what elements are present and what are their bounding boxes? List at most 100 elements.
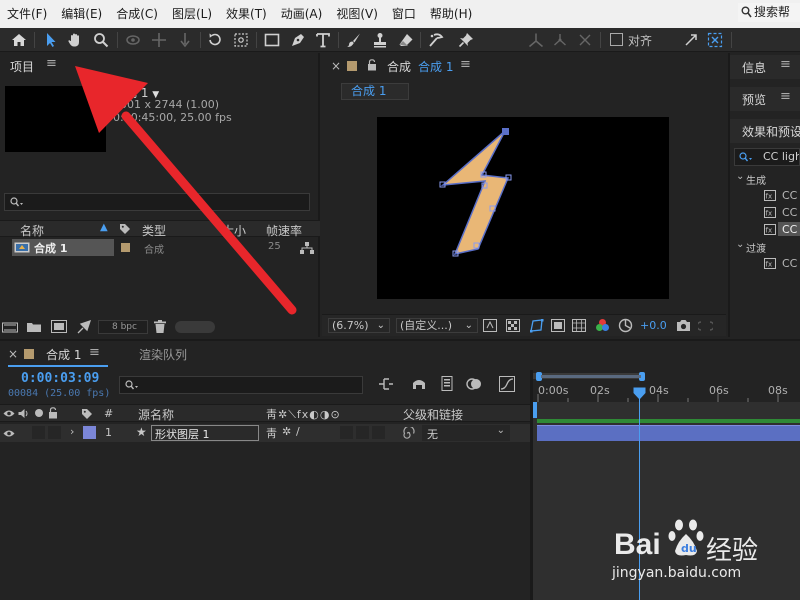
info-panel-tab[interactable]: 信息 ≡ — [730, 55, 800, 79]
snapping-checkbox[interactable] — [610, 33, 623, 46]
home-icon[interactable] — [8, 28, 30, 52]
transparency-grid-icon[interactable] — [506, 319, 520, 332]
trash-icon[interactable] — [154, 320, 166, 333]
project-panel-menu-icon[interactable]: ≡ — [46, 56, 57, 71]
bit-depth-button[interactable]: 8 bpc — [98, 320, 148, 334]
preview-panel-tab[interactable]: 预览 ≡ — [730, 87, 800, 111]
mask-visibility-icon[interactable] — [529, 318, 544, 333]
menu-item-4[interactable]: 效果(T) — [219, 0, 274, 28]
work-area-bar[interactable] — [541, 375, 641, 378]
effects-panel-tab[interactable]: 效果和预设 — [730, 119, 800, 143]
puppet-pin-tool-icon[interactable] — [455, 28, 477, 52]
zoom-dropdown[interactable]: (6.7%) ⌄ — [328, 318, 390, 333]
comp-flowchart-tab[interactable]: 合成 1 — [341, 83, 409, 100]
effect-item-3[interactable]: CC — [782, 223, 797, 236]
solo-dot-icon[interactable] — [35, 409, 43, 417]
region-of-interest-icon[interactable] — [551, 319, 565, 332]
snap-feature-icon[interactable] — [704, 28, 726, 52]
layer-switch-box-2[interactable] — [356, 426, 369, 439]
rectangle-tool-icon[interactable] — [261, 28, 283, 52]
axis-local-icon[interactable] — [525, 28, 547, 52]
new-composition-icon[interactable] — [51, 320, 67, 333]
timeline-search-input[interactable] — [119, 376, 363, 394]
menu-item-5[interactable]: 动画(A) — [274, 0, 330, 28]
axis-view-icon[interactable] — [574, 28, 596, 52]
menu-item-8[interactable]: 帮助(H) — [423, 0, 479, 28]
comp-tab-name[interactable]: 合成 1 — [418, 58, 453, 75]
layer-collapse-switch-icon[interactable]: ✲ — [282, 425, 291, 438]
flowchart-icon[interactable] — [300, 242, 314, 254]
selection-tool-icon[interactable] — [40, 28, 62, 52]
project-item-row[interactable]: 合成 1 合成 25 — [0, 239, 320, 256]
layer-name-field[interactable]: 形状图层 1 — [151, 425, 259, 441]
orbit-camera-icon[interactable] — [122, 28, 144, 52]
comp-tab-close-icon[interactable]: × — [331, 59, 341, 73]
exposure-value[interactable]: +0.0 — [640, 319, 667, 332]
pan-camera-icon[interactable] — [148, 28, 170, 52]
col-source-name[interactable]: 源名称 — [138, 406, 174, 423]
show-snapshot-icon[interactable] — [698, 319, 713, 332]
parent-pickwhip-icon[interactable] — [402, 427, 415, 440]
render-queue-tab[interactable]: 渲染队列 — [139, 346, 187, 363]
comp-mini-flowchart-icon[interactable] — [378, 377, 394, 391]
layer-lock-box[interactable] — [48, 426, 61, 439]
frame-blending-icon[interactable] — [466, 377, 482, 391]
snapshot-camera-icon[interactable] — [676, 319, 691, 332]
label-tag-icon[interactable] — [119, 223, 131, 238]
new-folder-icon[interactable] — [27, 321, 41, 333]
timeline-tab[interactable]: 合成 1 — [46, 346, 81, 363]
brush-tool-icon[interactable] — [343, 28, 365, 52]
sort-arrow-icon[interactable]: ▲ — [100, 222, 108, 233]
pen-tool-icon[interactable] — [287, 28, 309, 52]
dolly-camera-icon[interactable] — [174, 28, 196, 52]
menu-item-0[interactable]: 文件(F) — [0, 0, 54, 28]
project-tab[interactable]: 项目 — [10, 58, 34, 75]
layer-visibility-icon[interactable] — [3, 429, 15, 438]
layer-duration-bar[interactable] — [537, 425, 800, 441]
resolution-dropdown[interactable]: (自定义...) ⌄ — [396, 318, 478, 333]
adjust-icon[interactable] — [77, 320, 91, 334]
video-eye-icon[interactable] — [3, 409, 15, 418]
comp-tab-title[interactable]: 合成 — [387, 58, 411, 75]
hide-shy-layers-icon[interactable] — [440, 376, 454, 391]
eraser-tool-icon[interactable] — [395, 28, 417, 52]
preview-panel-menu-icon[interactable]: ≡ — [780, 89, 791, 104]
clone-stamp-tool-icon[interactable] — [369, 28, 391, 52]
lock-icon[interactable] — [367, 59, 377, 71]
col-fps[interactable]: 帧速率 — [266, 222, 302, 239]
zoom-tool-icon[interactable] — [90, 28, 112, 52]
col-size[interactable]: 大小 — [222, 222, 246, 239]
comp-panel-menu-icon[interactable]: ≡ — [460, 57, 471, 72]
timeline-layer-row[interactable]: › 1 ★ 形状图层 1 ⾭ ✲ / 无 ⌄ — [0, 424, 532, 442]
layer-quality-switch-icon[interactable]: / — [296, 425, 300, 438]
effects-group-transition[interactable]: 过渡 — [746, 240, 766, 255]
menu-item-6[interactable]: 视图(V) — [329, 0, 385, 28]
timeline-panel-menu-icon[interactable]: ≡ — [89, 345, 100, 360]
interpret-footage-icon[interactable] — [2, 321, 18, 333]
layer-expand-chevron-icon[interactable]: › — [70, 425, 74, 438]
project-search-input[interactable] — [4, 193, 310, 211]
channel-rgb-icon[interactable] — [595, 318, 610, 333]
playhead-handle[interactable] — [633, 387, 646, 400]
col-type[interactable]: 类型 — [142, 222, 166, 239]
layer-solo-box[interactable] — [32, 426, 45, 439]
effect-item-1[interactable]: CC — [782, 189, 797, 202]
effects-group-generate[interactable]: 生成 — [746, 172, 766, 187]
menu-item-2[interactable]: 合成(C) — [109, 0, 165, 28]
layer-switch-box-3[interactable] — [372, 426, 385, 439]
draft-3d-icon[interactable] — [411, 377, 427, 391]
chevron-down-icon[interactable]: ⌄ — [736, 239, 744, 250]
timeline-tab-close-icon[interactable]: × — [8, 347, 18, 361]
info-panel-menu-icon[interactable]: ≡ — [780, 57, 791, 72]
effect-item-4[interactable]: CC — [782, 257, 797, 270]
reset-exposure-icon[interactable] — [618, 318, 633, 333]
rotate-tool-icon[interactable] — [204, 28, 226, 52]
lock-icon[interactable] — [48, 407, 58, 419]
chevron-down-icon[interactable]: ⌄ — [736, 171, 744, 182]
anchor-point-tool-icon[interactable] — [230, 28, 252, 52]
motion-blur-graph-icon[interactable] — [499, 376, 515, 392]
audio-speaker-icon[interactable] — [18, 408, 30, 419]
roto-brush-tool-icon[interactable] — [425, 28, 447, 52]
composition-viewer[interactable] — [377, 117, 669, 299]
type-tool-icon[interactable] — [312, 28, 334, 52]
